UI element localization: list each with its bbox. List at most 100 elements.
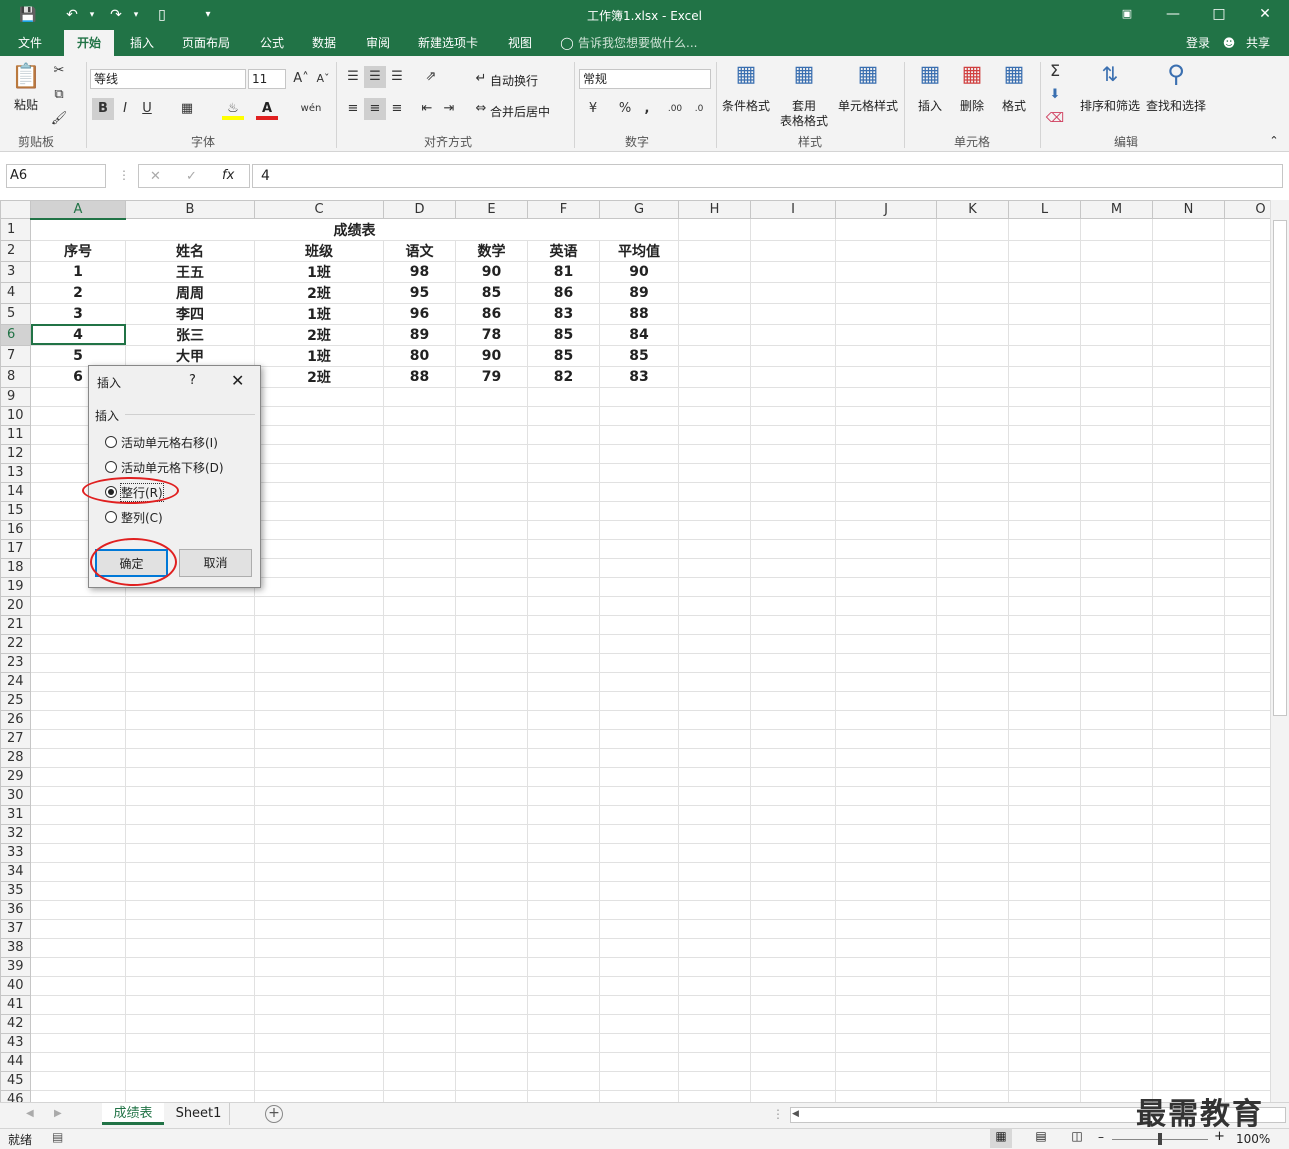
minimize-icon[interactable]: — [1150,0,1196,30]
column-header[interactable]: M [1080,200,1153,219]
cell[interactable] [125,747,255,768]
cell[interactable] [1224,218,1270,241]
italic-button[interactable]: I [114,98,136,120]
cell[interactable] [1152,462,1225,483]
cell[interactable] [750,281,836,304]
cell[interactable] [599,424,679,445]
cell[interactable] [1152,386,1225,407]
borders-icon[interactable]: ▦ [176,98,198,120]
cell[interactable] [30,880,126,901]
cell[interactable] [455,823,528,844]
increase-indent-icon[interactable]: ⇥ [438,98,460,120]
cell[interactable] [835,747,937,768]
cell[interactable] [383,595,456,616]
cell[interactable] [750,500,836,521]
row-header[interactable]: 26 [0,709,31,730]
cell[interactable] [1080,766,1153,787]
header-cell[interactable]: 序号 [30,239,126,262]
cell[interactable] [383,538,456,559]
cell[interactable] [1080,899,1153,920]
macro-record-icon[interactable]: ▤ [52,1130,63,1144]
cell[interactable] [1008,823,1081,844]
cell[interactable] [455,804,528,825]
cell[interactable] [835,386,937,407]
cell[interactable] [527,405,600,426]
cell-styles-button[interactable]: 单元格样式 [836,97,900,114]
row-header[interactable]: 43 [0,1032,31,1053]
cell[interactable] [599,728,679,749]
cell[interactable] [599,690,679,711]
cell[interactable] [455,899,528,920]
cell[interactable] [1224,344,1270,367]
data-cell[interactable]: 85 [455,281,528,304]
column-header[interactable]: F [527,200,600,219]
cell[interactable] [936,709,1009,730]
cell[interactable] [835,614,937,635]
cell[interactable] [1224,785,1270,806]
cell[interactable] [125,633,255,654]
data-cell[interactable]: 4 [30,323,126,346]
cell[interactable] [1008,302,1081,325]
cell[interactable] [1080,880,1153,901]
cell[interactable] [1008,239,1081,262]
cut-icon[interactable]: ✂ [48,60,70,82]
cell[interactable] [1152,281,1225,304]
cell[interactable] [1152,1032,1225,1053]
cell[interactable] [835,823,937,844]
cell[interactable] [678,766,751,787]
cell[interactable] [1152,481,1225,502]
cell[interactable] [254,956,384,977]
cell[interactable] [750,690,836,711]
cell[interactable] [835,405,937,426]
cell[interactable] [835,218,937,241]
cell[interactable] [750,344,836,367]
header-cell[interactable]: 班级 [254,239,384,262]
data-cell[interactable]: 90 [455,344,528,367]
cell[interactable] [1080,728,1153,749]
cell[interactable] [835,281,937,304]
cell[interactable] [254,614,384,635]
cell[interactable] [383,861,456,882]
cell[interactable] [936,462,1009,483]
cell[interactable] [1224,424,1270,445]
cell[interactable] [1080,1013,1153,1034]
cell[interactable] [1224,956,1270,977]
cell[interactable] [835,1032,937,1053]
cell[interactable] [455,880,528,901]
cell[interactable] [383,690,456,711]
cell[interactable] [599,899,679,920]
cell[interactable] [30,1051,126,1072]
wrap-text-button[interactable]: 自动换行 [490,72,538,89]
cell[interactable] [1080,804,1153,825]
cell[interactable] [1224,747,1270,768]
cell[interactable] [383,804,456,825]
row-header[interactable]: 25 [0,690,31,711]
cell[interactable] [1152,899,1225,920]
cell[interactable] [125,842,255,863]
cell[interactable] [1224,937,1270,958]
cell[interactable] [125,728,255,749]
data-cell[interactable]: 98 [383,260,456,283]
cell[interactable] [678,956,751,977]
cell[interactable] [678,1070,751,1091]
fill-icon[interactable]: ⬇ [1044,84,1066,106]
cell[interactable] [1152,614,1225,635]
cell[interactable] [1008,918,1081,939]
cell[interactable] [125,671,255,692]
cell[interactable] [1152,633,1225,654]
row-header[interactable]: 12 [0,443,31,464]
cell[interactable] [678,365,751,388]
cell[interactable] [455,652,528,673]
cell[interactable] [750,804,836,825]
row-header[interactable]: 38 [0,937,31,958]
tab-view[interactable]: 视图 [498,30,542,56]
tab-home[interactable]: 开始 [64,30,114,56]
share-button[interactable]: 共享 [1240,30,1276,56]
cell[interactable] [678,386,751,407]
cell[interactable] [599,538,679,559]
cell[interactable] [936,994,1009,1015]
cell[interactable] [455,937,528,958]
cell[interactable] [527,557,600,578]
cell[interactable] [1080,709,1153,730]
cell[interactable] [254,1070,384,1091]
